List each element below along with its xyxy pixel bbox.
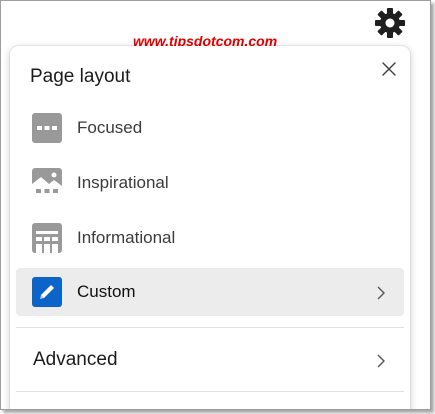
gear-icon[interactable] [373, 6, 407, 40]
chevron-right-icon [375, 353, 387, 369]
focused-layout-icon [32, 113, 62, 143]
chevron-right-icon [375, 285, 387, 301]
advanced-settings-button[interactable]: Advanced [16, 336, 404, 386]
layout-option-label: Focused [77, 118, 143, 137]
inspirational-layout-icon [32, 168, 62, 198]
divider [16, 391, 404, 392]
page-title: Page layout [30, 66, 131, 87]
layout-option-custom[interactable]: Custom [16, 268, 404, 316]
divider [16, 327, 404, 328]
layout-option-label: Informational [77, 228, 176, 247]
close-icon[interactable] [376, 56, 402, 82]
screenshot-frame: www.tipsdotcom.com Page layout Focused I… [0, 0, 431, 410]
advanced-label: Advanced [33, 349, 118, 370]
layout-option-inspirational[interactable]: Inspirational [16, 159, 404, 207]
layout-option-informational[interactable]: Informational [16, 214, 404, 262]
pencil-icon [32, 277, 62, 307]
page-layout-flyout: Page layout Focused Inspirational Inform… [10, 46, 410, 409]
informational-layout-icon [32, 223, 62, 253]
layout-option-label: Inspirational [77, 173, 169, 192]
layout-option-focused[interactable]: Focused [16, 104, 404, 152]
layout-option-label: Custom [77, 282, 136, 301]
